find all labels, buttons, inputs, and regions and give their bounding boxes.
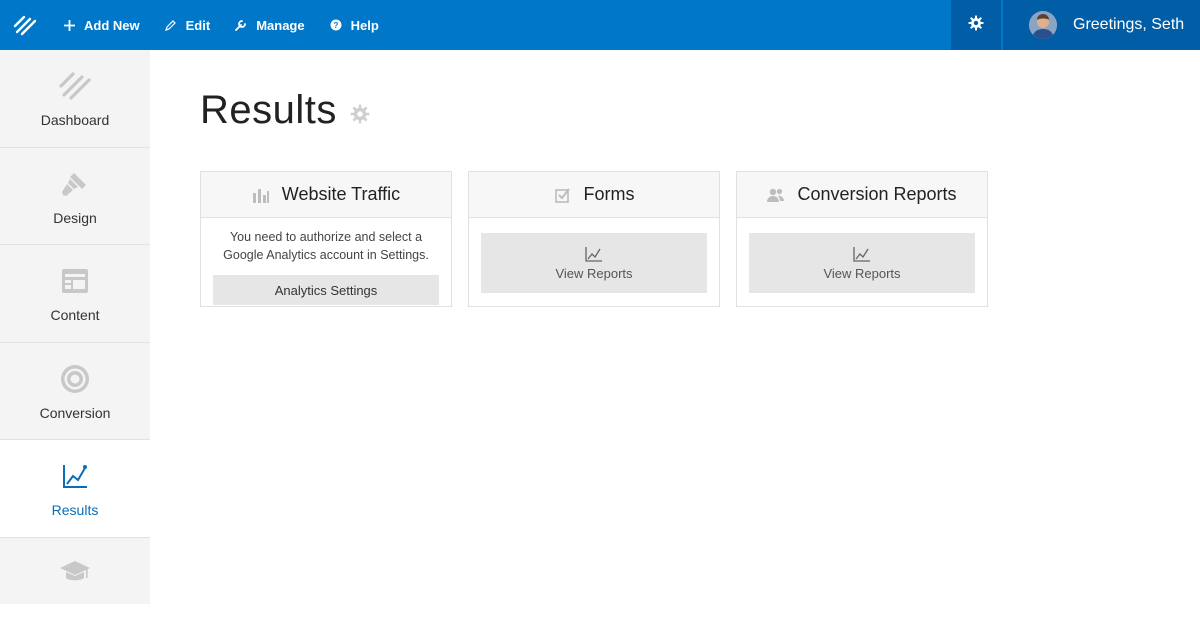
analytics-message: You need to authorize and select a Googl… [213,228,439,264]
user-menu[interactable]: Greetings, Seth [1003,0,1200,50]
sidebar-item-label: Design [53,210,97,226]
sidebar-item-label: Dashboard [41,112,110,128]
chart-line-icon [853,246,871,262]
page-settings-gear-icon[interactable] [350,104,370,124]
sidebar-item-design[interactable]: Design [0,148,150,246]
help-button[interactable]: ? Help [317,0,391,50]
target-icon [57,361,93,397]
view-reports-button[interactable]: View Reports [749,233,975,293]
forms-card: Forms View Reports [468,171,720,307]
card-header: Conversion Reports [737,172,987,218]
sidebar-item-label: Content [50,307,99,323]
sidebar-item-results[interactable]: Results [0,440,150,538]
chart-line-icon [57,458,93,494]
card-header: Website Traffic [201,172,451,218]
card-body: View Reports [737,218,987,303]
analytics-settings-button[interactable]: Analytics Settings [213,275,439,305]
card-title: Conversion Reports [797,184,956,205]
svg-text:?: ? [333,21,338,30]
question-icon: ? [329,18,343,32]
card-title: Website Traffic [282,184,400,205]
help-label: Help [351,18,379,33]
sidebar-item-content[interactable]: Content [0,245,150,343]
card-body: View Reports [469,218,719,303]
add-new-button[interactable]: Add New [50,0,152,50]
card-body: You need to authorize and select a Googl… [201,218,451,315]
page-title: Results [200,88,337,133]
view-reports-label: View Reports [823,266,900,281]
checkbox-icon [554,186,572,204]
logo-icon[interactable] [0,0,50,50]
add-new-label: Add New [84,18,140,33]
greeting-text: Greetings, Seth [1073,16,1184,34]
edit-button[interactable]: Edit [152,0,223,50]
chart-line-icon [585,246,603,262]
sidebar-item-conversion[interactable]: Conversion [0,343,150,441]
pencil-icon [164,18,178,32]
website-traffic-card: Website Traffic You need to authorize an… [200,171,452,307]
card-header: Forms [469,172,719,218]
settings-button[interactable] [951,0,1001,50]
view-reports-label: View Reports [555,266,632,281]
sidebar: Dashboard Design Content [0,50,150,604]
bar-chart-icon [252,186,270,204]
conversion-reports-card: Conversion Reports View Reports [736,171,988,307]
plus-icon [62,18,76,32]
sidebar-item-learn[interactable] [0,538,150,635]
view-reports-button[interactable]: View Reports [481,233,707,293]
sidebar-item-dashboard[interactable]: Dashboard [0,50,150,148]
edit-label: Edit [186,18,211,33]
gear-icon [968,15,984,36]
sidebar-item-label: Conversion [40,405,111,421]
logo-stripes-icon [57,68,93,104]
graduation-cap-icon [57,554,93,590]
sidebar-item-label: Results [52,502,99,518]
layout-icon [57,263,93,299]
users-icon [767,186,785,204]
card-title: Forms [584,184,635,205]
manage-label: Manage [256,18,304,33]
manage-button[interactable]: Manage [222,0,316,50]
wrench-icon [234,18,248,32]
paint-brush-icon [57,166,93,202]
avatar [1029,11,1057,39]
